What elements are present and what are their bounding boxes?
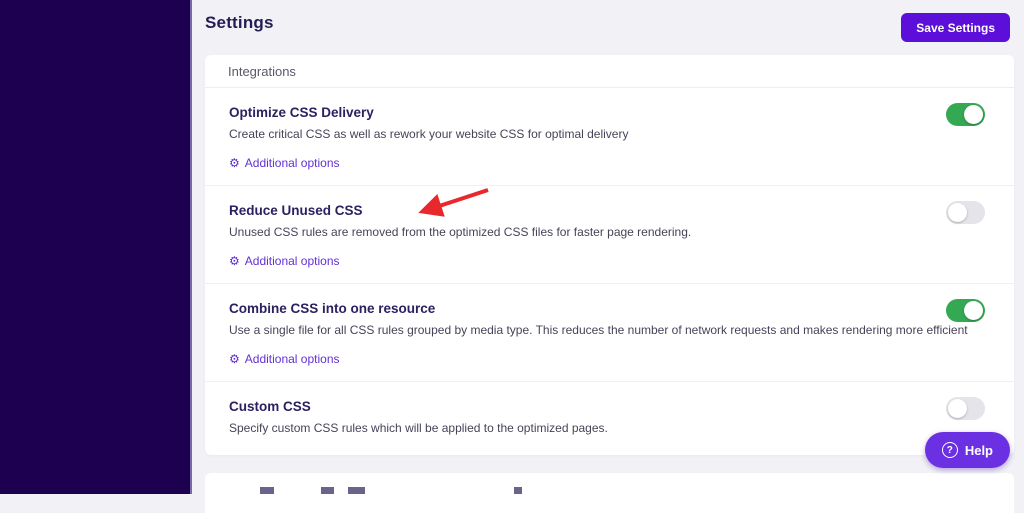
card-tabbar: Integrations	[205, 55, 1014, 88]
clipped-heading-text	[228, 487, 528, 494]
sidebar	[0, 0, 192, 494]
option-combine-css: Combine CSS into one resource Use a sing…	[205, 284, 1014, 382]
question-mark-icon: ?	[941, 442, 958, 458]
next-section-card	[205, 473, 1014, 513]
option-description: Unused CSS rules are removed from the op…	[229, 225, 692, 239]
settings-card: Integrations Optimize CSS Delivery Creat…	[205, 55, 1014, 455]
option-title: Reduce Unused CSS	[229, 203, 363, 218]
toggle-optimize-css-delivery[interactable]	[946, 103, 985, 126]
additional-options-link[interactable]: ⚙ Additional options	[229, 156, 340, 170]
option-description: Create critical CSS as well as rework yo…	[229, 127, 629, 141]
toggle-knob	[964, 301, 983, 320]
tab-integrations[interactable]: Integrations	[228, 64, 296, 79]
additional-options-label: Additional options	[244, 156, 340, 170]
gear-icon: ⚙	[229, 156, 240, 170]
toggle-reduce-unused-css[interactable]	[946, 201, 985, 224]
option-title: Custom CSS	[229, 399, 311, 414]
toggle-combine-css[interactable]	[946, 299, 985, 322]
toggle-knob	[948, 399, 967, 418]
option-custom-css: Custom CSS Specify custom CSS rules whic…	[205, 382, 1014, 461]
toggle-knob	[948, 203, 967, 222]
save-settings-button[interactable]: Save Settings	[901, 13, 1010, 42]
option-optimize-css-delivery: Optimize CSS Delivery Create critical CS…	[205, 88, 1014, 186]
additional-options-label: Additional options	[244, 352, 340, 366]
help-label: Help	[964, 442, 993, 458]
toggle-knob	[964, 105, 983, 124]
option-description: Specify custom CSS rules which will be a…	[229, 421, 608, 435]
gear-icon: ⚙	[229, 352, 240, 366]
option-reduce-unused-css: Reduce Unused CSS Unused CSS rules are r…	[205, 186, 1014, 284]
option-description: Use a single file for all CSS rules grou…	[229, 323, 968, 337]
additional-options-link[interactable]: ⚙ Additional options	[229, 254, 340, 268]
gear-icon: ⚙	[229, 254, 240, 268]
additional-options-label: Additional options	[244, 254, 340, 268]
additional-options-link[interactable]: ⚙ Additional options	[229, 352, 340, 366]
option-title: Combine CSS into one resource	[229, 301, 436, 316]
option-title: Optimize CSS Delivery	[229, 105, 374, 120]
help-button[interactable]: ? Help	[924, 432, 1010, 468]
toggle-custom-css[interactable]	[946, 397, 985, 420]
page-title: Settings	[205, 13, 274, 32]
